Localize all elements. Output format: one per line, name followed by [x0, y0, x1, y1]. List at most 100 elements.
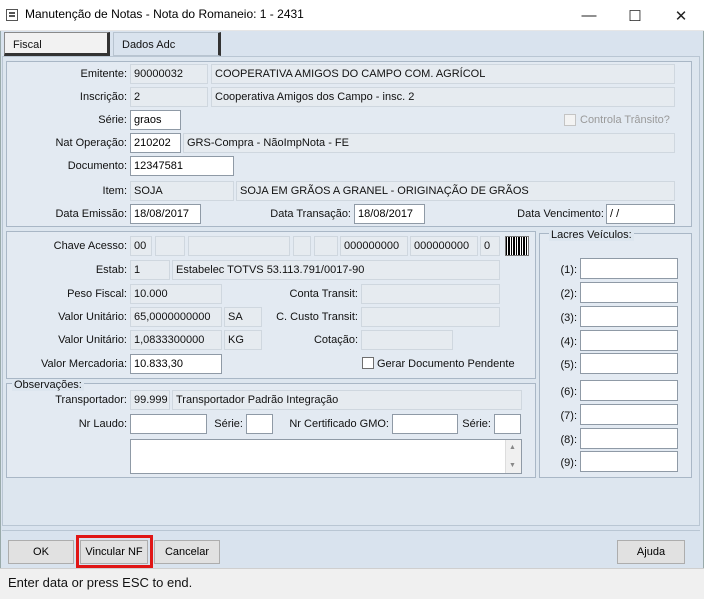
lacre-3-label: (3): [560, 312, 578, 324]
window-title: Manutenção de Notas - Nota do Romaneio: … [25, 7, 304, 21]
cancelar-button[interactable]: Cancelar [154, 540, 220, 564]
tab-dados-adc[interactable]: Dados Adc [113, 32, 221, 56]
lacre-9-label: (9): [560, 457, 578, 469]
emitente-name-field: COOPERATIVA AMIGOS DO CAMPO COM. AGRÍCOL [211, 64, 675, 84]
lacre-1-label: (1): [560, 264, 578, 276]
lacres-group-label: Lacres Veículos: [549, 229, 634, 241]
chave-acesso-label: Chave Acesso: [53, 240, 127, 252]
transportador-code-field: 99.999 [130, 390, 170, 410]
controla-transito-label: Controla Trânsito? [580, 114, 670, 126]
status-text: Enter data or press ESC to end. [8, 575, 193, 590]
nat-operacao-input[interactable]: 210202 [130, 133, 181, 153]
lacre-5-input[interactable] [580, 353, 678, 374]
close-button[interactable]: ✕ [658, 0, 704, 31]
lacre-9-input[interactable] [580, 451, 678, 472]
inscricao-code-field: 2 [130, 87, 208, 107]
valor-unitario-1-field: 65,0000000000 [130, 307, 222, 327]
gerar-documento-label: Gerar Documento Pendente [377, 358, 515, 370]
conta-transit-field [361, 284, 500, 304]
nr-certificado-gmo-label: Nr Certificado GMO: [289, 418, 389, 430]
serie-gmo-input[interactable] [494, 414, 521, 434]
item-label: Item: [102, 185, 127, 197]
data-vencimento-label: Data Vencimento: [517, 208, 604, 220]
conta-transit-label: Conta Transit: [289, 288, 358, 300]
chave-acesso-field-8: 0 [480, 236, 500, 256]
maximize-button[interactable]: ☐ [612, 0, 658, 31]
valor-mercadoria-input[interactable]: 10.833,30 [130, 354, 222, 374]
data-emissao-input[interactable]: 18/08/2017 [130, 204, 201, 224]
nat-operacao-desc-field: GRS-Compra - NãoImpNota - FE [183, 133, 675, 153]
ok-button[interactable]: OK [8, 540, 74, 564]
gerar-documento-checkbox[interactable] [362, 357, 374, 369]
barcode-icon[interactable] [505, 236, 529, 256]
valor-mercadoria-label: Valor Mercadoria: [41, 358, 127, 370]
estab-label: Estab: [95, 264, 127, 276]
estab-code-field: 1 [130, 260, 170, 280]
item-desc-field: SOJA EM GRÃOS A GRANEL - ORIGINAÇÃO DE G… [236, 181, 675, 201]
lacre-7-input[interactable] [580, 404, 678, 425]
transportador-label: Transportador: [55, 394, 127, 406]
emitente-label: Emitente: [80, 68, 127, 80]
peso-fiscal-field: 10.000 [130, 284, 222, 304]
lacre-1-input[interactable] [580, 258, 678, 279]
transportador-name-field: Transportador Padrão Integração [172, 390, 522, 410]
ccusto-transit-label: C. Custo Transit: [276, 311, 358, 323]
lacre-4-label: (4): [560, 336, 578, 348]
data-transacao-label: Data Transação: [270, 208, 351, 220]
data-transacao-input[interactable]: 18/08/2017 [354, 204, 425, 224]
scroll-up-icon[interactable]: ▲ [509, 444, 516, 451]
valor-unitario-2-field: 1,0833300000 [130, 330, 222, 350]
chave-acesso-field-4 [293, 236, 311, 256]
estab-name-field: Estabelec TOTVS 53.113.791/0017-90 [172, 260, 500, 280]
scroll-down-icon[interactable]: ▼ [509, 462, 516, 469]
lacre-2-label: (2): [560, 288, 578, 300]
serie-laudo-input[interactable] [246, 414, 273, 434]
lacre-8-label: (8): [560, 434, 578, 446]
lacre-2-input[interactable] [580, 282, 678, 303]
ccusto-transit-field [361, 307, 500, 327]
nr-laudo-input[interactable] [130, 414, 207, 434]
lacre-6-label: (6): [560, 386, 578, 398]
serie-label: Série: [98, 114, 127, 126]
documento-label: Documento: [67, 160, 127, 172]
inscricao-name-field: Cooperativa Amigos dos Campo - insc. 2 [211, 87, 675, 107]
chave-acesso-field-1: 00 [130, 236, 152, 256]
chave-acesso-field-3 [188, 236, 290, 256]
data-vencimento-input[interactable]: / / [606, 204, 675, 224]
serie-input[interactable]: graos [130, 110, 181, 130]
nat-operacao-label: Nat Operação: [55, 137, 127, 149]
observacoes-group-label: Observações: [12, 379, 84, 391]
documento-input[interactable]: 12347581 [130, 156, 234, 176]
inscricao-label: Inscrição: [79, 91, 127, 103]
cotacao-label: Cotação: [313, 334, 358, 346]
app-icon [6, 9, 18, 21]
observacoes-textarea[interactable] [130, 439, 522, 474]
chave-acesso-field-2 [155, 236, 185, 256]
serie-gmo-label: Série: [462, 418, 491, 430]
emitente-code-field: 90000032 [130, 64, 208, 84]
ajuda-button[interactable]: Ajuda [617, 540, 685, 564]
lacre-7-label: (7): [560, 410, 578, 422]
cotacao-field [361, 330, 453, 350]
chave-acesso-field-6: 000000000 [340, 236, 408, 256]
lacre-3-input[interactable] [580, 306, 678, 327]
tab-fiscal[interactable]: Fiscal [4, 32, 110, 56]
controla-transito-checkbox[interactable] [564, 114, 576, 126]
chave-acesso-field-7: 000000000 [410, 236, 478, 256]
item-code-field: SOJA [130, 181, 234, 201]
peso-fiscal-label: Peso Fiscal: [67, 288, 127, 300]
chave-acesso-field-5 [314, 236, 338, 256]
lacre-6-input[interactable] [580, 380, 678, 401]
data-emissao-label: Data Emissão: [55, 208, 127, 220]
lacre-8-input[interactable] [580, 428, 678, 449]
minimize-button[interactable]: — [566, 0, 612, 31]
serie-laudo-label: Série: [214, 418, 243, 430]
nr-laudo-label: Nr Laudo: [78, 418, 127, 430]
button-bar-divider [2, 530, 700, 531]
lacre-5-label: (5): [560, 359, 578, 371]
valor-unitario-2-label: Valor Unitário: [58, 334, 127, 346]
nr-certificado-gmo-input[interactable] [392, 414, 458, 434]
valor-unitario-1-label: Valor Unitário: [58, 311, 127, 323]
lacre-4-input[interactable] [580, 330, 678, 351]
vincular-nf-button[interactable]: Vincular NF [80, 540, 148, 564]
